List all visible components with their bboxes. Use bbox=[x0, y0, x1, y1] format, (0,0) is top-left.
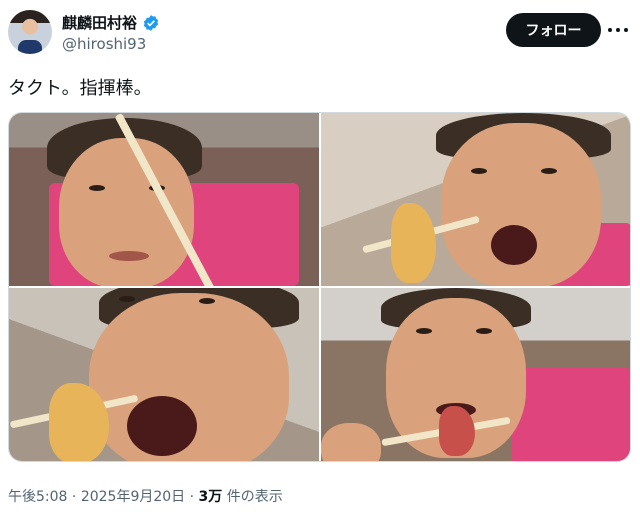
meta-separator: · bbox=[189, 489, 199, 505]
photo-3[interactable] bbox=[9, 288, 319, 461]
views-label: 件の表示 bbox=[226, 489, 283, 505]
verified-badge-icon bbox=[143, 14, 159, 31]
meta-separator: · bbox=[71, 489, 81, 505]
views-count: 3万 bbox=[198, 489, 223, 505]
avatar[interactable] bbox=[8, 10, 52, 54]
follow-button[interactable]: フォロー bbox=[506, 13, 601, 47]
tweet-text: タクト。指揮棒。 bbox=[8, 78, 152, 99]
name-row: 麒麟田村裕 bbox=[62, 12, 160, 33]
user-handle[interactable]: @hiroshi93 bbox=[62, 35, 146, 53]
photo-4[interactable] bbox=[321, 288, 630, 461]
display-name[interactable]: 麒麟田村裕 bbox=[62, 12, 137, 33]
media-grid bbox=[8, 112, 631, 462]
tweet-meta: 午後5:08 · 2025年9月20日 · 3万 件の表示 bbox=[8, 486, 283, 506]
photo-2[interactable] bbox=[321, 113, 630, 286]
photo-1[interactable] bbox=[9, 113, 319, 286]
tweet-time[interactable]: 午後5:08 bbox=[8, 489, 67, 505]
tweet-date[interactable]: 2025年9月20日 bbox=[81, 489, 185, 505]
more-options-icon[interactable] bbox=[608, 22, 630, 38]
